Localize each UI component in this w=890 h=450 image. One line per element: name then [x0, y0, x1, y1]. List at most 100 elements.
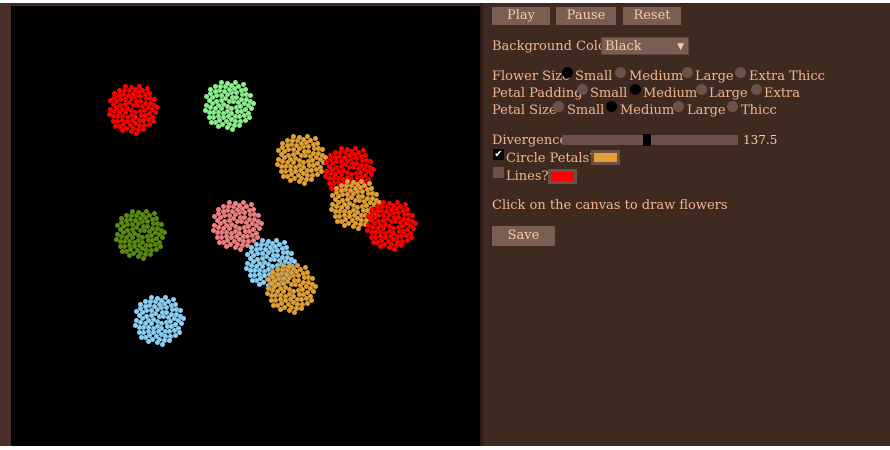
flower-petal [249, 106, 255, 112]
flower-petal [368, 159, 374, 165]
save-button[interactable]: Save [492, 226, 555, 246]
flower-petal [214, 93, 220, 99]
flower-petal [370, 240, 376, 246]
flower-petal [206, 114, 212, 120]
flower-petal [132, 322, 138, 328]
flower-petal [229, 126, 235, 132]
flower-petal [260, 237, 266, 243]
flower-petal [291, 309, 297, 315]
flower-petal [399, 243, 405, 249]
flower-petal [340, 192, 346, 198]
left-margin-strip [0, 3, 11, 446]
flower-petal [154, 340, 160, 346]
flower-petal [278, 307, 284, 313]
flower-petal [127, 253, 133, 259]
background-color-value: Black [605, 39, 642, 54]
flower-petal [270, 303, 276, 309]
flower-petal [334, 219, 340, 225]
flower-petal [322, 173, 328, 179]
flower-petal [386, 200, 392, 206]
circle-petals-checkbox[interactable]: ✔ [493, 149, 504, 160]
petal-size-large-label: Large [687, 103, 726, 118]
app-window: Play Pause Reset Background Color Black … [0, 3, 890, 446]
flower-petal [368, 234, 374, 240]
flower-petal [249, 278, 255, 284]
flower-petal [133, 130, 139, 136]
flower-petal [136, 84, 142, 90]
flower-petal [128, 129, 134, 135]
flower-petal [378, 244, 384, 250]
flower-petal [135, 209, 141, 215]
flower-petal [286, 263, 292, 269]
flower-petal [339, 145, 345, 151]
petal-size-small-radio[interactable] [553, 101, 564, 112]
flower-petal [355, 225, 361, 231]
petal-size-thicc-radio[interactable] [727, 101, 738, 112]
flower-petal [215, 206, 221, 212]
petal-padding-large-radio[interactable] [696, 84, 707, 95]
flower-petal [214, 234, 220, 240]
chevron-down-icon: ▼ [677, 42, 684, 52]
flower-petal [148, 252, 154, 258]
flower-petal [243, 265, 249, 271]
flower-petal [208, 120, 214, 126]
circle-petals-color-picker[interactable] [591, 150, 620, 165]
flower-petal [310, 276, 316, 282]
flower-petal [334, 159, 340, 165]
divergence-slider[interactable] [562, 134, 738, 146]
flower-petal [106, 111, 112, 117]
flower-petal [224, 125, 230, 131]
flower-petal [281, 262, 287, 268]
flower-petal [256, 213, 262, 219]
flower-petal [279, 140, 285, 146]
reset-button[interactable]: Reset [623, 7, 681, 25]
flower-petal [338, 187, 344, 193]
flower-petal [291, 133, 297, 139]
flower-petal [227, 199, 233, 205]
flower-petal [222, 213, 228, 219]
flower-petal [115, 231, 121, 237]
petal-padding-small-radio[interactable] [577, 84, 588, 95]
flower-petal [108, 106, 114, 112]
petal-padding-medium-radio[interactable] [630, 84, 641, 95]
flower-petal [141, 127, 147, 133]
petal-size-large-radio[interactable] [673, 101, 684, 112]
divergence-slider-thumb[interactable] [642, 134, 651, 146]
petal-padding-extra-radio[interactable] [751, 84, 762, 95]
flower-petal [130, 208, 136, 214]
flower-petal [296, 179, 302, 185]
flower-petal [210, 227, 216, 233]
flower-petal [294, 263, 300, 269]
flower-petal [286, 308, 292, 314]
flower-petal [255, 251, 261, 257]
flower-petal [207, 86, 213, 92]
flower-size-medium-radio[interactable] [615, 67, 626, 78]
circle-petals-color-swatch [594, 153, 617, 162]
flower-canvas[interactable] [11, 6, 480, 446]
flower-petal [216, 240, 222, 246]
pause-button[interactable]: Pause [556, 7, 616, 25]
flower-petal [216, 124, 222, 130]
flower-petal [327, 152, 333, 158]
flower-petal [128, 84, 134, 90]
flower-petal [371, 167, 377, 173]
flower-petal [344, 146, 350, 152]
flower-petal [123, 83, 129, 89]
flower-petal [296, 134, 302, 140]
flower-size-small-radio[interactable] [562, 67, 573, 78]
flower-size-large-radio[interactable] [682, 67, 693, 78]
flower-petal [311, 289, 317, 295]
flower-petal [247, 272, 253, 278]
flower-petal [350, 179, 356, 185]
flower-size-extra-thicc-radio[interactable] [735, 67, 746, 78]
petal-size-medium-radio[interactable] [606, 101, 617, 112]
flower-petal [152, 97, 158, 103]
lines-checkbox[interactable] [493, 167, 504, 178]
flower-petal [342, 223, 348, 229]
play-button[interactable]: Play [492, 7, 550, 25]
flower-petal [332, 213, 338, 219]
lines-color-picker[interactable] [548, 169, 577, 184]
flower-petal [158, 243, 164, 249]
background-color-select[interactable]: Black ▼ [601, 37, 689, 55]
flower-petal [219, 79, 225, 85]
